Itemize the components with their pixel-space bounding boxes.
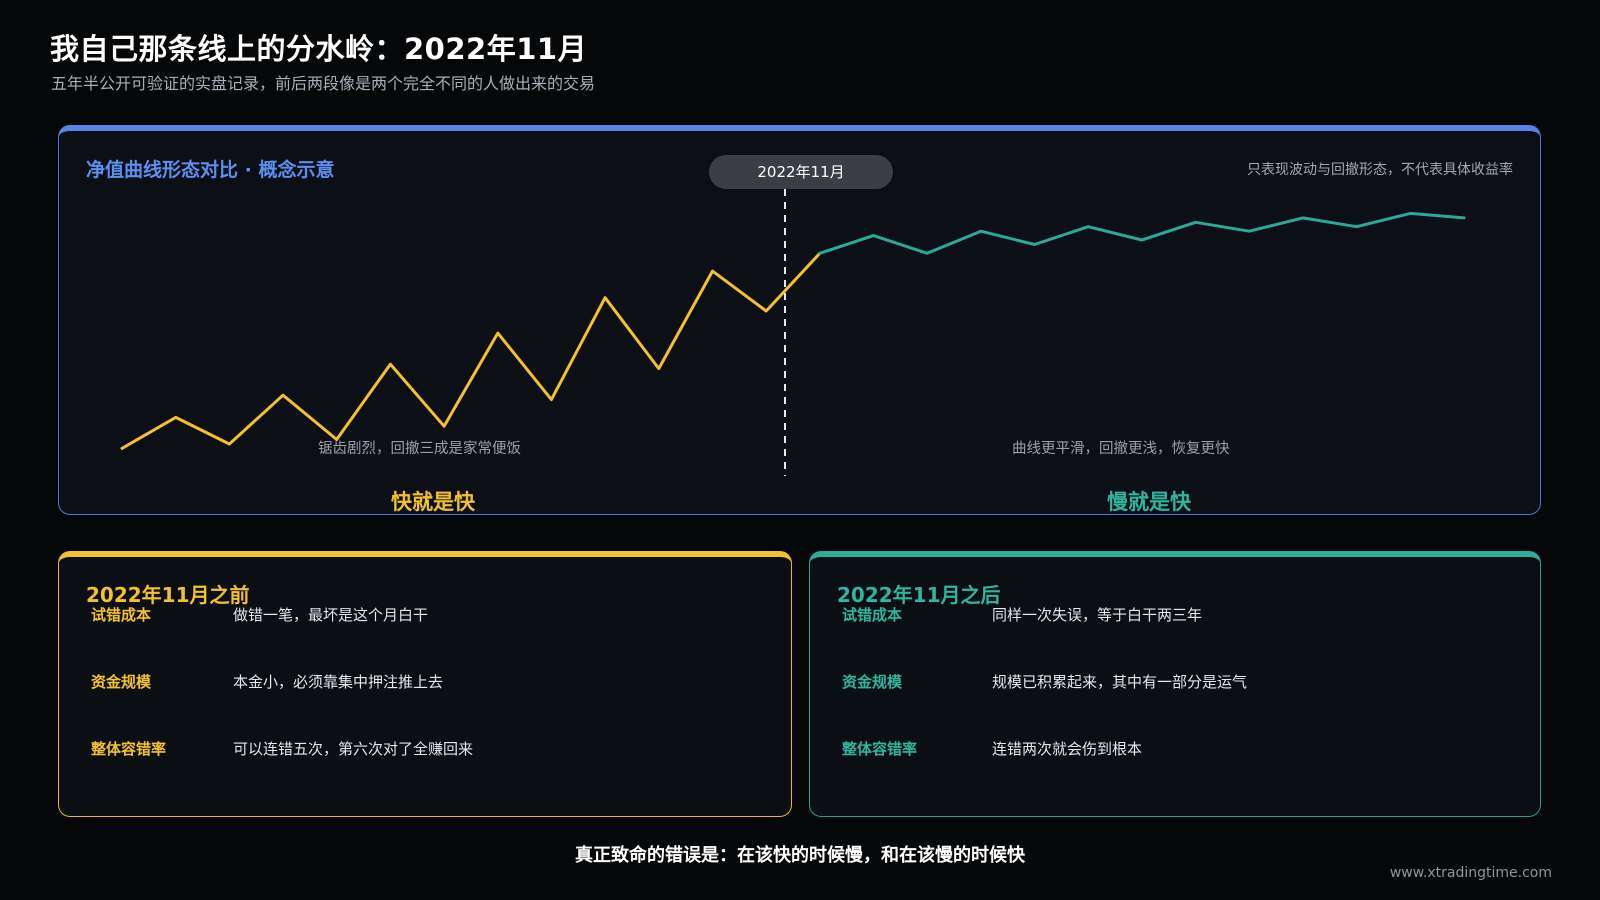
row-label: 资金规模 <box>842 673 903 691</box>
chart-panel: 净值曲线形态对比 · 概念示意 只表现波动与回撤形态，不代表具体收益率 2022… <box>58 125 1541 515</box>
left-annotation: 锯齿剧烈，回撤三成是家常便饭 <box>318 441 521 457</box>
row-value: 本金小，必须靠集中押注推上去 <box>233 673 444 691</box>
row-value: 连错两次就会伤到根本 <box>992 740 1143 758</box>
page-title: 我自己那条线上的分水岭：2022年11月 <box>50 32 588 66</box>
left-era-label: 快就是快 <box>391 490 475 514</box>
row-value: 做错一笔，最坏是这个月白干 <box>233 606 429 624</box>
right-era-label: 慢就是快 <box>1107 490 1191 514</box>
after-card: 2022年11月之后 试错成本 同样一次失误，等于白干两三年 资金规模 规模已积… <box>809 551 1541 817</box>
row-label: 试错成本 <box>91 606 152 624</box>
after-equity-line <box>818 211 1466 255</box>
page-subtitle: 五年半公开可验证的实盘记录，前后两段像是两个完全不同的人做出来的交易 <box>51 74 596 93</box>
divider-date-badge: 2022年11月 <box>709 155 893 189</box>
row-value: 同样一次失误，等于白干两三年 <box>992 606 1203 624</box>
row-label: 整体容错率 <box>91 740 167 758</box>
row-label: 整体容错率 <box>842 740 918 758</box>
row-label: 资金规模 <box>91 673 152 691</box>
row-value: 规模已积累起来，其中有一部分是运气 <box>992 673 1248 691</box>
row-label: 试错成本 <box>842 606 903 624</box>
row-value: 可以连错五次，第六次对了全赚回来 <box>233 740 474 758</box>
conclusion-text: 真正致命的错误是：在该快的时候慢，和在该慢的时候快 <box>575 845 1025 866</box>
before-equity-line <box>120 251 822 450</box>
footer-url: www.xtradingtime.com <box>1389 865 1552 881</box>
before-card: 2022年11月之前 试错成本 做错一笔，最坏是这个月白干 资金规模 本金小，必… <box>58 551 792 817</box>
right-annotation: 曲线更平滑，回撤更浅，恢复更快 <box>1012 441 1230 457</box>
